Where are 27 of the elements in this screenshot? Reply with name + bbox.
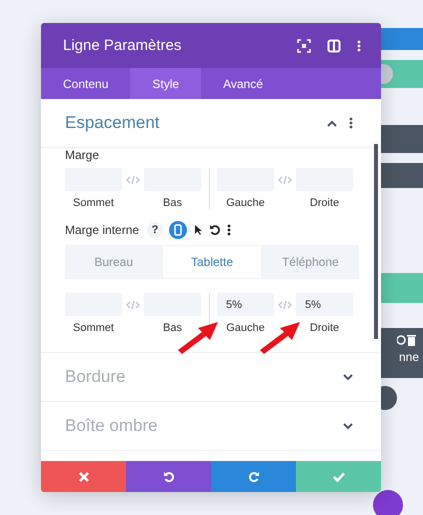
device-tab[interactable]: Tablette [163, 246, 261, 278]
field-label: Marge [65, 148, 100, 162]
field-label: Droite [310, 322, 340, 334]
device-tab[interactable]: Bureau [65, 245, 162, 279]
field-label: Gauche [226, 322, 265, 334]
help-icon[interactable]: ? [147, 222, 164, 238]
field-label: Sommet [73, 322, 114, 334]
field-label: Bas [163, 322, 182, 334]
tab[interactable]: Style [130, 68, 202, 99]
input-field[interactable]: 5% [296, 293, 353, 316]
field-label: Gauche [226, 197, 265, 209]
section-header[interactable]: Boîte ombre [41, 402, 381, 451]
section-header[interactable]: Espacement [41, 99, 381, 148]
window-title: Ligne Paramètres [63, 37, 182, 54]
device-tab[interactable]: Téléphone [262, 245, 359, 279]
input-field[interactable]: 5% [217, 293, 274, 316]
field-label: Bas [163, 197, 182, 209]
section-title: Bordure [65, 367, 126, 387]
section-title: Boîte ombre [65, 416, 159, 436]
tab[interactable]: Contenu [41, 68, 130, 99]
section-title: Espacement [65, 113, 160, 133]
section-header[interactable]: Bordure [41, 353, 381, 402]
tab[interactable]: Avancé [201, 68, 285, 99]
module-label: nne [398, 350, 419, 364]
field-label: Sommet [73, 197, 114, 209]
field-label: Marge interne [65, 223, 140, 237]
field-label: Droite [310, 197, 340, 209]
